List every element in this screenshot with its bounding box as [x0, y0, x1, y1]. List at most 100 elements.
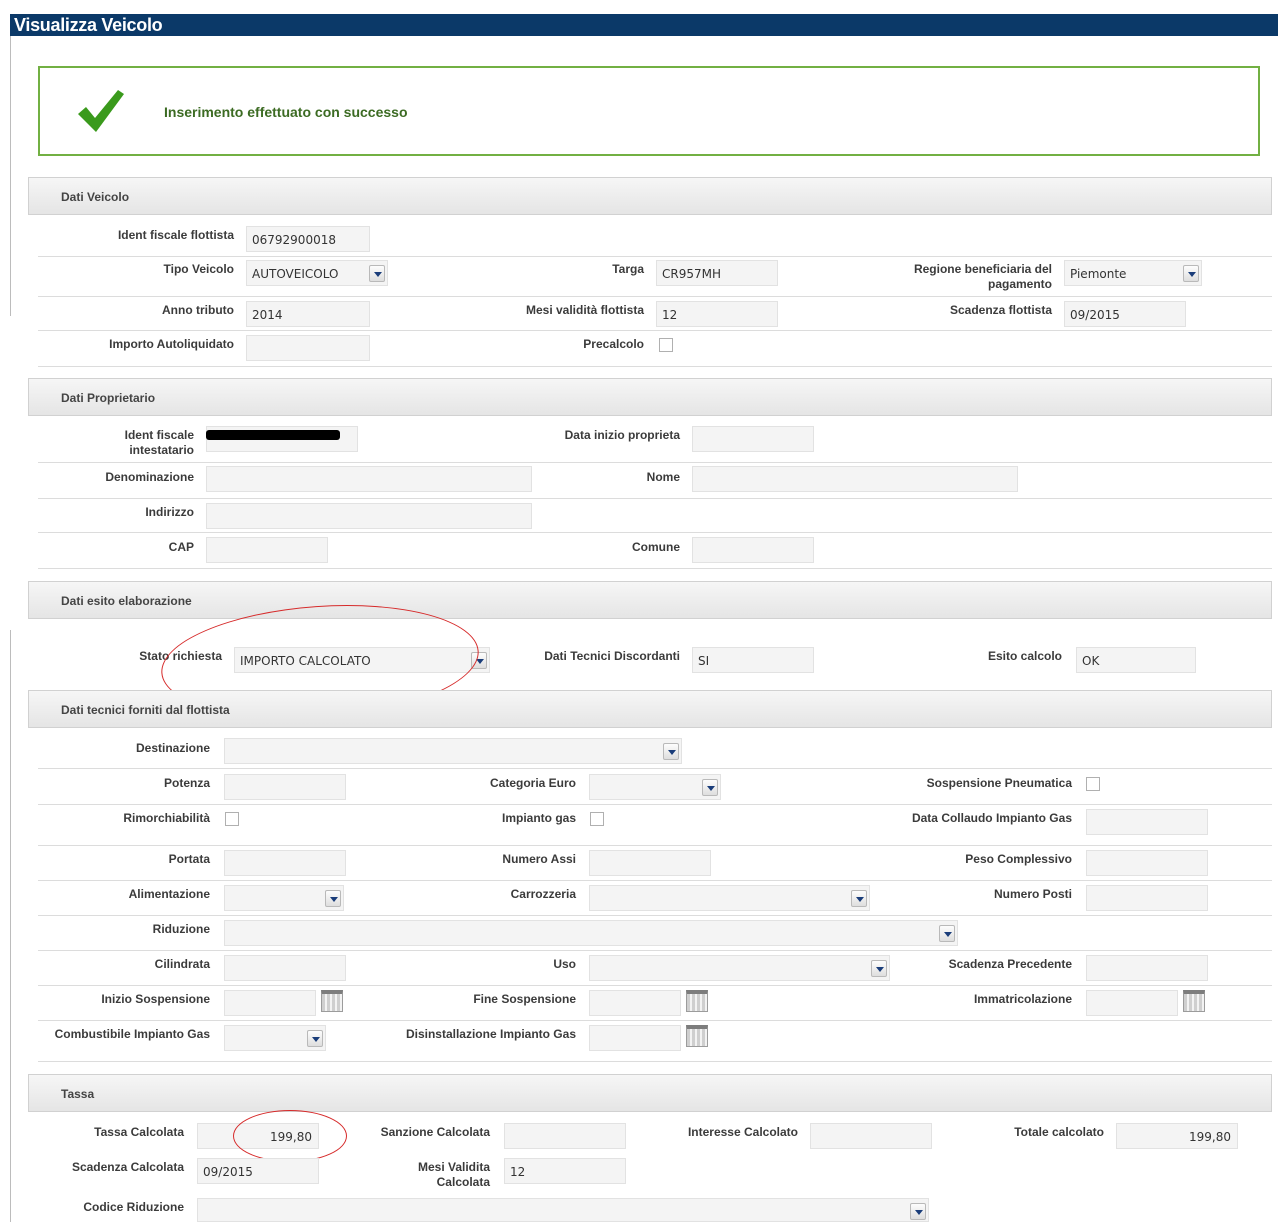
combustibile-impianto-gas-select[interactable]	[224, 1025, 326, 1051]
calendar-icon[interactable]	[686, 990, 708, 1012]
red-annotation-oval	[233, 1110, 347, 1162]
portata-field[interactable]	[224, 850, 346, 876]
sospensione-pneumatica-checkbox[interactable]	[1086, 777, 1100, 791]
mesi-validita-flottista-field[interactable]: 12	[656, 301, 778, 327]
categoria-euro-select[interactable]	[589, 774, 721, 800]
carrozzeria-select[interactable]	[589, 885, 870, 911]
alimentazione-label: Alimentazione	[128, 887, 210, 901]
chevron-down-icon	[939, 925, 955, 942]
numero-posti-field[interactable]	[1086, 885, 1208, 911]
anno-tributo-field[interactable]: 2014	[246, 301, 370, 327]
chevron-down-icon	[702, 779, 718, 796]
interesse-calcolato-label: Interesse Calcolato	[687, 1125, 798, 1139]
row-divider	[38, 568, 1272, 569]
chevron-down-icon	[663, 743, 679, 760]
comune-label: Comune	[632, 540, 680, 554]
row-divider	[38, 1020, 1272, 1021]
sospensione-pneumatica-label: Sospensione Pneumatica	[926, 776, 1072, 790]
data-inizio-proprieta-label: Data inizio proprieta	[564, 428, 680, 442]
categoria-euro-label: Categoria Euro	[489, 776, 576, 790]
numero-assi-field[interactable]	[589, 850, 711, 876]
sanzione-calcolata-field[interactable]	[504, 1123, 626, 1149]
ident-fiscale-flottista-field[interactable]: 06792900018	[246, 226, 370, 252]
tipo-veicolo-value: AUTOVEICOLO	[252, 267, 339, 281]
peso-complessivo-field[interactable]	[1086, 850, 1208, 876]
denominazione-field[interactable]	[206, 466, 532, 492]
data-inizio-proprieta-field[interactable]	[692, 426, 814, 452]
mesi-validita-calcolata-field[interactable]: 12	[504, 1158, 626, 1184]
sanzione-calcolata-label: Sanzione Calcolata	[380, 1125, 490, 1139]
regione-value: Piemonte	[1070, 267, 1127, 281]
calendar-icon[interactable]	[686, 1025, 708, 1047]
row-divider	[38, 256, 1272, 257]
section-dati-veicolo: Dati Veicolo	[28, 177, 1272, 215]
row-divider	[38, 915, 1272, 916]
chevron-down-icon	[369, 265, 385, 282]
alimentazione-select[interactable]	[224, 885, 344, 911]
data-collaudo-impianto-gas-field[interactable]	[1086, 809, 1208, 835]
scadenza-calcolata-label: Scadenza Calcolata	[71, 1160, 184, 1174]
riduzione-select[interactable]	[224, 920, 958, 946]
codice-riduzione-select[interactable]	[197, 1198, 929, 1222]
immatricolazione-label: Immatricolazione	[973, 992, 1072, 1006]
immatricolazione-field[interactable]	[1086, 990, 1178, 1016]
chevron-down-icon	[1183, 265, 1199, 282]
tipo-veicolo-select[interactable]: AUTOVEICOLO	[246, 260, 388, 286]
comune-field[interactable]	[692, 537, 814, 563]
scadenza-flottista-label: Scadenza flottista	[949, 303, 1052, 317]
esito-calcolo-label: Esito calcolo	[987, 649, 1062, 663]
precalcolo-checkbox[interactable]	[659, 338, 673, 352]
chevron-down-icon	[307, 1030, 323, 1047]
section-dati-proprietario: Dati Proprietario	[28, 378, 1272, 416]
nome-field[interactable]	[692, 466, 1018, 492]
importo-autoliquidato-label: Importo Autoliquidato	[109, 337, 234, 351]
importo-autoliquidato-field[interactable]	[246, 335, 370, 361]
fine-sospensione-label: Fine Sospensione	[473, 992, 576, 1006]
combustibile-impianto-gas-label: Combustibile Impianto Gas	[54, 1027, 210, 1041]
rimorchiabilita-checkbox[interactable]	[225, 812, 239, 826]
section-dati-esito-elaborazione: Dati esito elaborazione	[28, 581, 1272, 619]
dati-tecnici-discordanti-field[interactable]: SI	[692, 647, 814, 673]
codice-riduzione-label: Codice Riduzione	[83, 1200, 184, 1214]
scadenza-calcolata-field[interactable]: 09/2015	[197, 1158, 319, 1184]
inizio-sospensione-field[interactable]	[224, 990, 316, 1016]
data-collaudo-impianto-gas-label: Data Collaudo Impianto Gas	[911, 811, 1072, 825]
uso-select[interactable]	[589, 955, 890, 981]
regione-beneficiaria-select[interactable]: Piemonte	[1064, 260, 1202, 286]
impianto-gas-checkbox[interactable]	[590, 812, 604, 826]
dati-tecnici-discordanti-label: Dati Tecnici Discordanti	[544, 649, 680, 663]
cilindrata-field[interactable]	[224, 955, 346, 981]
row-divider	[38, 498, 1272, 499]
cap-field[interactable]	[206, 537, 328, 563]
success-message-box: Inserimento effettuato con successo	[38, 66, 1260, 156]
indirizzo-label: Indirizzo	[145, 505, 194, 519]
indirizzo-field[interactable]	[206, 503, 532, 529]
row-divider	[38, 985, 1272, 986]
interesse-calcolato-field[interactable]	[810, 1123, 932, 1149]
potenza-field[interactable]	[224, 774, 346, 800]
success-text: Inserimento effettuato con successo	[164, 104, 408, 120]
targa-field[interactable]: CR957MH	[656, 260, 778, 286]
chevron-down-icon	[910, 1203, 926, 1220]
section-tassa: Tassa	[28, 1074, 1272, 1112]
calendar-icon[interactable]	[1183, 990, 1205, 1012]
totale-calcolato-field[interactable]: 199,80	[1116, 1123, 1238, 1149]
mesi-validita-flottista-label: Mesi validità flottista	[525, 303, 644, 317]
peso-complessivo-label: Peso Complessivo	[965, 852, 1072, 866]
targa-label: Targa	[612, 262, 644, 276]
scadenza-flottista-field[interactable]: 09/2015	[1064, 301, 1186, 327]
esito-calcolo-field[interactable]: OK	[1076, 647, 1196, 673]
calendar-icon[interactable]	[321, 990, 343, 1012]
fine-sospensione-field[interactable]	[589, 990, 681, 1016]
tassa-calcolata-label: Tassa Calcolata	[94, 1125, 184, 1139]
cap-label: CAP	[168, 540, 194, 554]
row-divider	[38, 768, 1272, 769]
scadenza-precedente-label: Scadenza Precedente	[948, 957, 1072, 971]
regione-beneficiaria-label: Regione beneficiaria del pagamento	[913, 262, 1052, 291]
scadenza-precedente-field[interactable]	[1086, 955, 1208, 981]
destinazione-select[interactable]	[224, 738, 682, 764]
chevron-down-icon	[871, 960, 887, 977]
row-divider	[38, 880, 1272, 881]
disinstallazione-impianto-gas-field[interactable]	[589, 1025, 681, 1051]
row-divider	[38, 330, 1272, 331]
